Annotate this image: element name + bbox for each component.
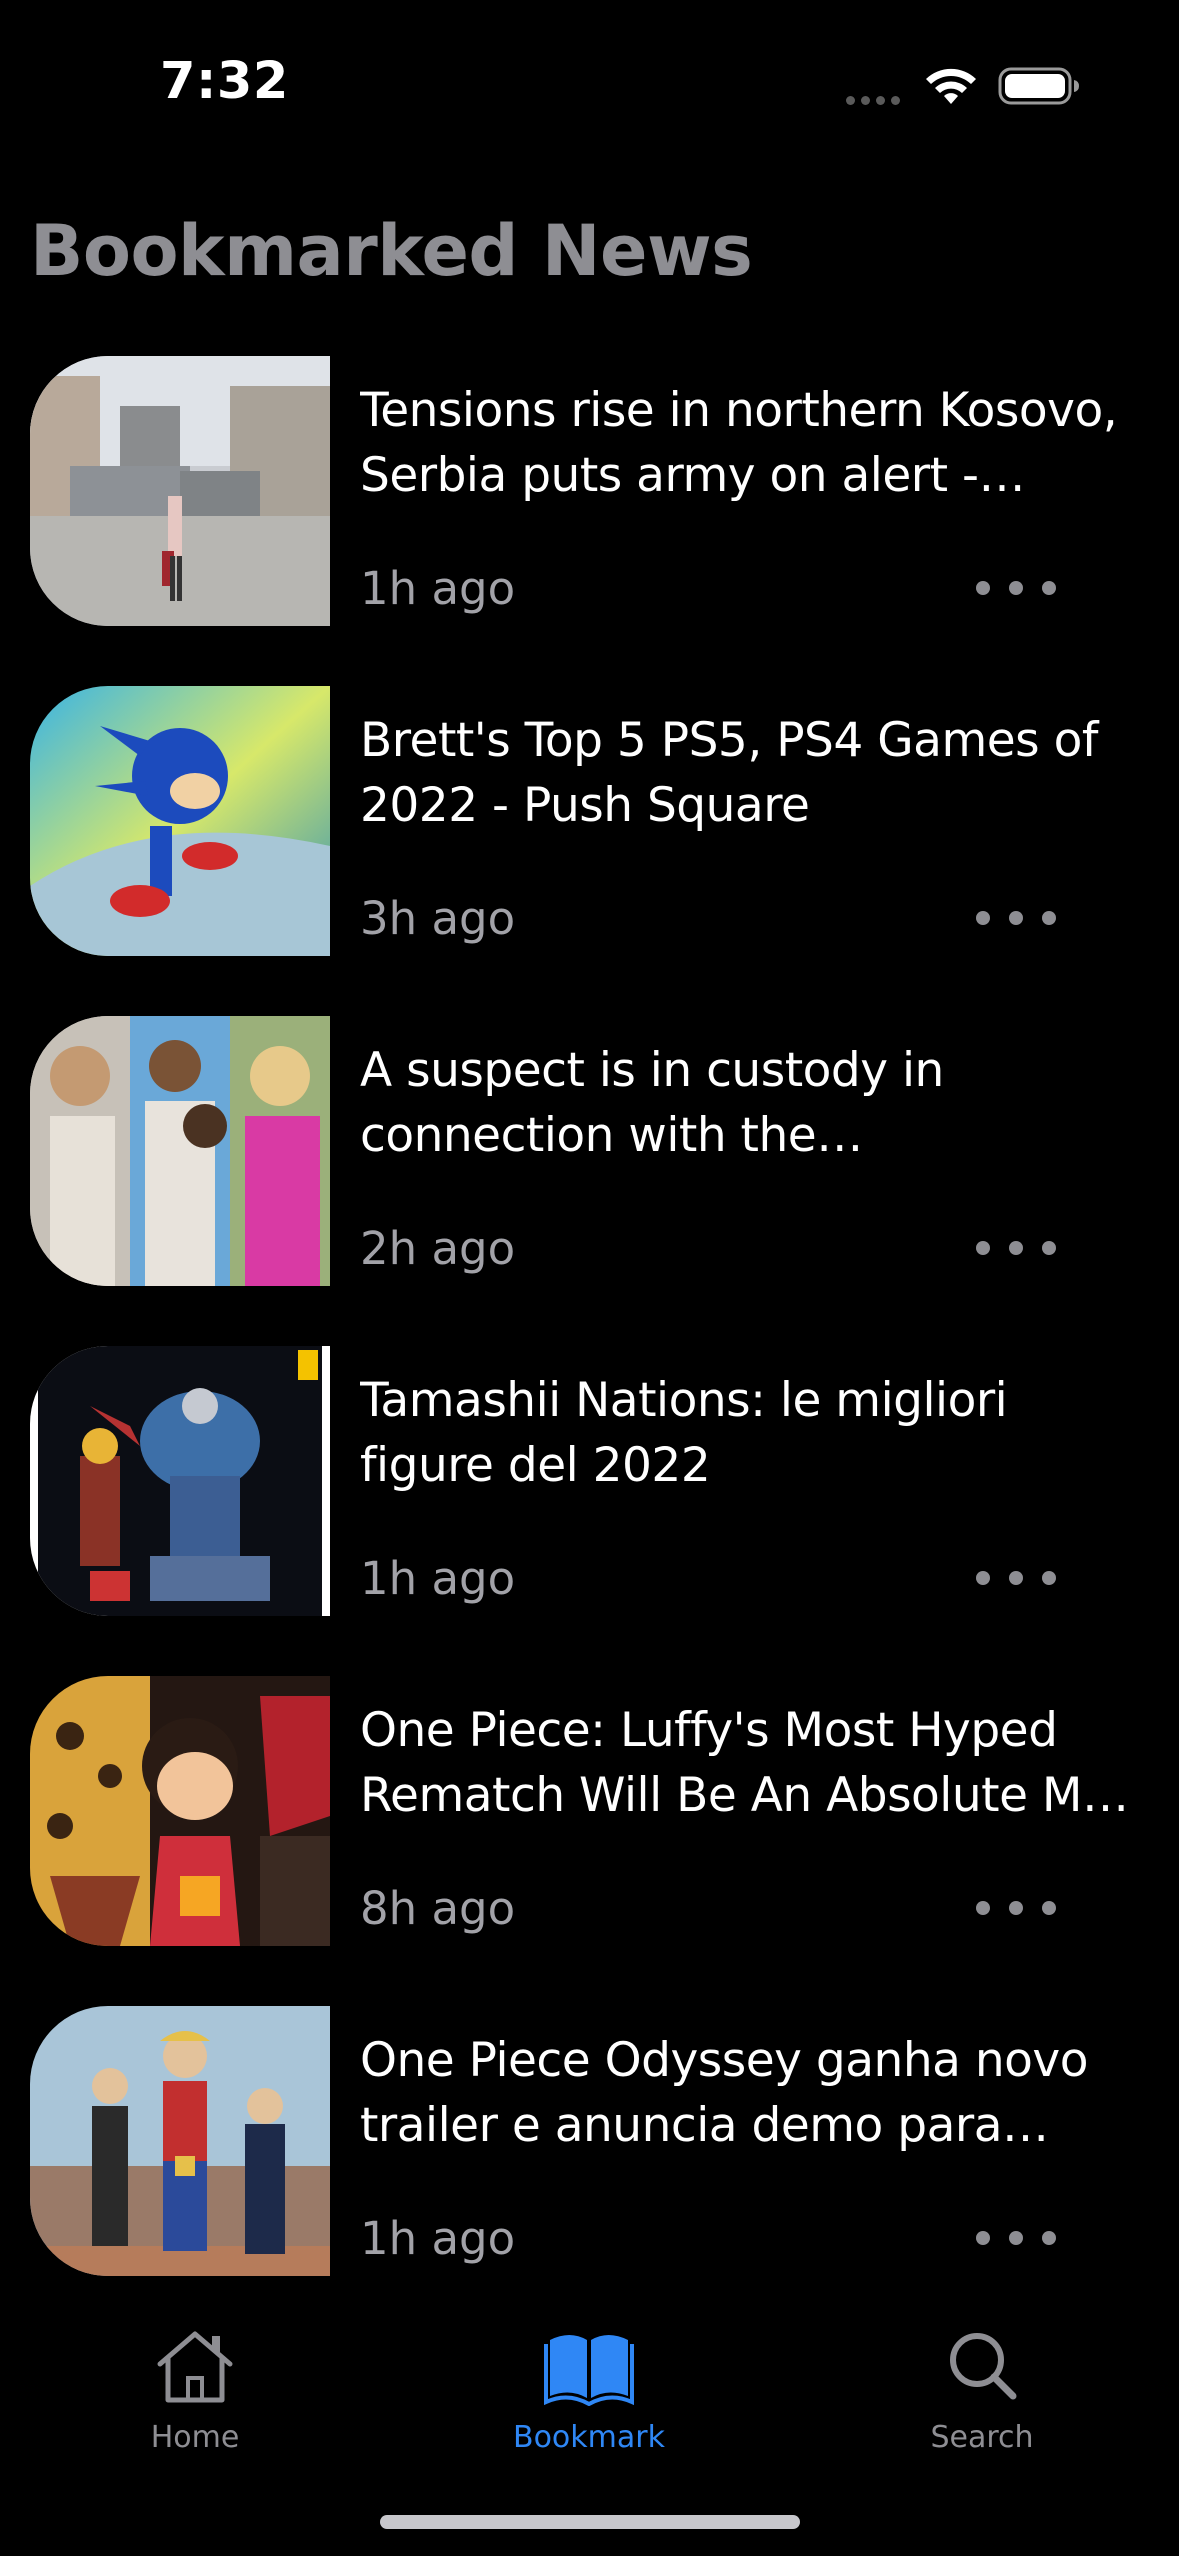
ellipsis-icon — [976, 581, 990, 595]
signal-dots-icon — [846, 96, 906, 106]
news-thumbnail[interactable] — [30, 1346, 330, 1616]
news-item[interactable]: One Piece: Luffy's Most Hyped Rematch Wi… — [0, 1676, 1179, 1946]
ellipsis-icon — [976, 1241, 990, 1255]
tab-bookmark[interactable]: Bookmark — [459, 2326, 719, 2476]
news-time: 1h ago — [360, 1552, 516, 1605]
news-headline[interactable]: Tamashii Nations: le migliori figure del… — [360, 1368, 1130, 1498]
more-options-button[interactable] — [976, 1888, 1056, 1928]
news-time: 2h ago — [360, 1222, 516, 1275]
news-headline[interactable]: One Piece Odyssey ganha novo trailer e a… — [360, 2028, 1130, 2158]
news-item[interactable]: Tamashii Nations: le migliori figure del… — [0, 1346, 1179, 1616]
status-time: 7:32 — [160, 52, 289, 111]
news-item[interactable]: A suspect is in custody in connection wi… — [0, 1016, 1179, 1286]
more-options-button[interactable] — [976, 1558, 1056, 1598]
news-time: 8h ago — [360, 1882, 516, 1935]
book-icon — [544, 2335, 634, 2406]
news-headline[interactable]: A suspect is in custody in connection wi… — [360, 1038, 1130, 1168]
ellipsis-icon — [976, 911, 990, 925]
news-thumbnail[interactable] — [30, 686, 330, 956]
news-thumbnail[interactable] — [30, 1676, 330, 1946]
news-time: 3h ago — [360, 892, 516, 945]
tab-search[interactable]: Search — [852, 2326, 1112, 2476]
house-icon — [157, 2331, 233, 2403]
news-thumbnail[interactable] — [30, 1016, 330, 1286]
tab-home[interactable]: Home — [65, 2326, 325, 2476]
news-time: 1h ago — [360, 2212, 516, 2265]
news-time: 1h ago — [360, 562, 516, 615]
news-thumbnail[interactable] — [30, 356, 330, 626]
more-options-button[interactable] — [976, 898, 1056, 938]
more-options-button[interactable] — [976, 2218, 1056, 2258]
home-indicator[interactable] — [380, 2515, 800, 2529]
tab-label: Bookmark — [513, 2420, 665, 2455]
wifi-icon — [926, 68, 976, 104]
news-headline[interactable]: Brett's Top 5 PS5, PS4 Games of 2022 - P… — [360, 708, 1130, 838]
ellipsis-icon — [976, 1571, 990, 1585]
more-options-button[interactable] — [976, 1228, 1056, 1268]
ellipsis-icon — [976, 2231, 990, 2245]
more-options-button[interactable] — [976, 568, 1056, 608]
news-item[interactable]: Brett's Top 5 PS5, PS4 Games of 2022 - P… — [0, 686, 1179, 956]
news-item[interactable]: One Piece Odyssey ganha novo trailer e a… — [0, 2006, 1179, 2276]
ellipsis-icon — [976, 1901, 990, 1915]
tab-label: Home — [150, 2420, 240, 2455]
status-bar: 7:32 — [0, 0, 1179, 150]
page-title: Bookmarked News — [30, 210, 753, 292]
news-headline[interactable]: Tensions rise in northern Kosovo, Serbia… — [360, 378, 1130, 508]
news-thumbnail[interactable] — [30, 2006, 330, 2276]
magnifying-glass-icon — [950, 2333, 1017, 2400]
battery-icon — [998, 67, 1079, 105]
tab-label: Search — [930, 2420, 1034, 2455]
news-headline[interactable]: One Piece: Luffy's Most Hyped Rematch Wi… — [360, 1698, 1130, 1828]
news-item[interactable]: Tensions rise in northern Kosovo, Serbia… — [0, 356, 1179, 626]
